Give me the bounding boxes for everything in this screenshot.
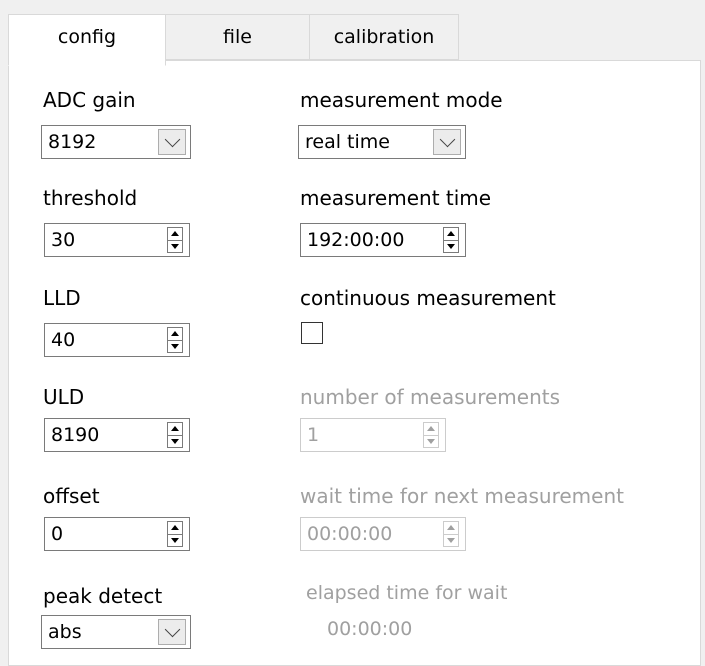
elapsed-wait-value: 00:00:00 xyxy=(327,618,413,640)
spin-arrows-icon[interactable] xyxy=(167,227,183,253)
offset-label: offset xyxy=(43,484,100,508)
peak-detect-label: peak detect xyxy=(43,584,163,608)
wait-time-label: wait time for next measurement xyxy=(300,484,624,508)
measurement-time-value: 192:00:00 xyxy=(307,229,405,251)
adc-gain-value: 8192 xyxy=(48,131,97,153)
threshold-value: 30 xyxy=(51,229,76,251)
measurement-mode-dropdown[interactable]: real time xyxy=(298,125,466,159)
wait-time-value: 00:00:00 xyxy=(307,523,393,545)
adc-gain-dropdown[interactable]: 8192 xyxy=(41,125,191,159)
number-of-measurements-label: number of measurements xyxy=(300,385,560,409)
threshold-spinbox[interactable]: 30 xyxy=(44,223,190,257)
measurement-mode-label: measurement mode xyxy=(300,88,503,112)
spin-arrows-icon[interactable] xyxy=(167,422,183,448)
chevron-down-icon[interactable] xyxy=(158,129,186,155)
continuous-measurement-checkbox[interactable] xyxy=(301,322,323,344)
threshold-label: threshold xyxy=(43,186,138,210)
lld-spinbox[interactable]: 40 xyxy=(44,323,190,357)
number-of-measurements-value: 1 xyxy=(307,424,320,446)
spin-arrows-icon[interactable] xyxy=(167,327,183,353)
tab-calibration[interactable]: calibration xyxy=(309,14,459,60)
wait-time-spinbox[interactable]: 00:00:00 xyxy=(300,517,466,551)
measurement-time-label: measurement time xyxy=(300,186,492,210)
uld-label: ULD xyxy=(43,385,85,409)
continuous-measurement-label: continuous measurement xyxy=(300,286,556,310)
spin-arrows-icon[interactable] xyxy=(443,521,459,547)
measurement-mode-value: real time xyxy=(305,131,390,153)
peak-detect-value: abs xyxy=(48,621,82,643)
offset-value: 0 xyxy=(51,523,64,545)
chevron-down-icon[interactable] xyxy=(433,129,461,155)
number-of-measurements-spinbox[interactable]: 1 xyxy=(300,418,446,452)
measurement-time-spinbox[interactable]: 192:00:00 xyxy=(300,223,466,257)
tab-file[interactable]: file xyxy=(165,14,310,60)
uld-value: 8190 xyxy=(51,424,100,446)
peak-detect-dropdown[interactable]: abs xyxy=(41,615,191,649)
spin-arrows-icon[interactable] xyxy=(167,521,183,547)
adc-gain-label: ADC gain xyxy=(43,88,136,112)
lld-value: 40 xyxy=(51,329,76,351)
elapsed-wait-label: elapsed time for wait xyxy=(306,582,508,604)
offset-spinbox[interactable]: 0 xyxy=(44,517,190,551)
chevron-down-icon[interactable] xyxy=(158,619,186,645)
uld-spinbox[interactable]: 8190 xyxy=(44,418,190,452)
spin-arrows-icon[interactable] xyxy=(443,227,459,253)
lld-label: LLD xyxy=(43,286,81,310)
spin-arrows-icon[interactable] xyxy=(423,422,439,448)
tab-config[interactable]: config xyxy=(8,14,166,66)
